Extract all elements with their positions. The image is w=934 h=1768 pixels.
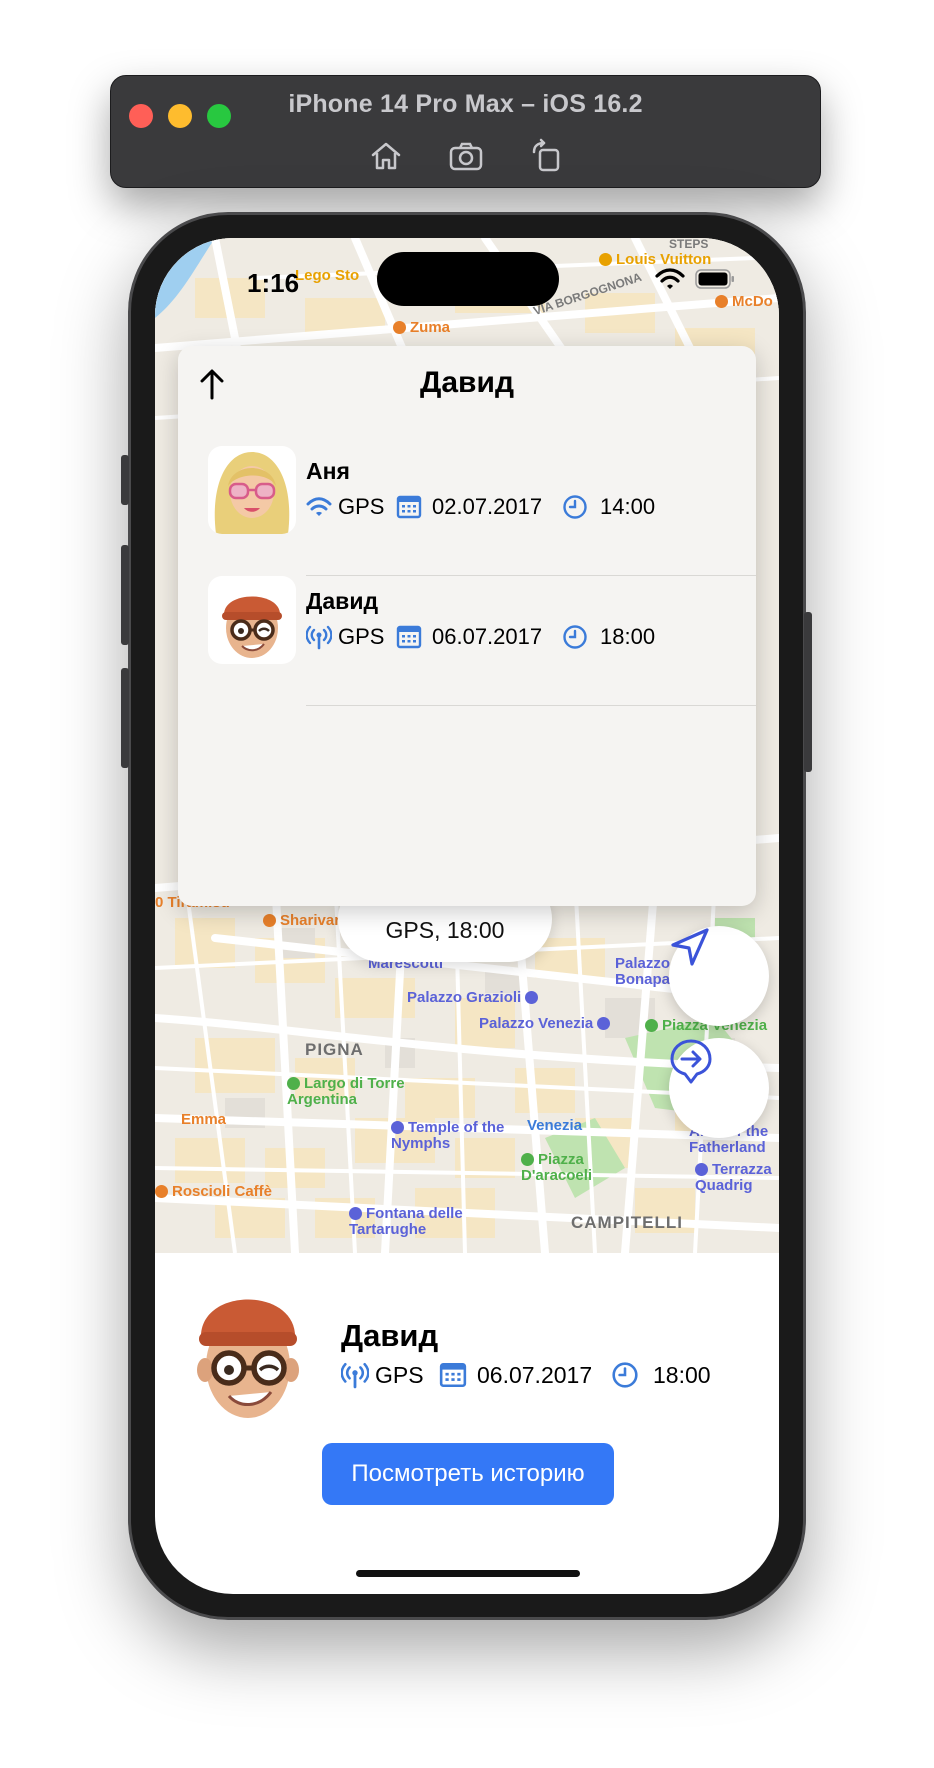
row-name: Аня: [306, 458, 350, 484]
antenna-icon: [306, 625, 332, 650]
map-district-label: PIGNA: [305, 1040, 364, 1059]
route-icon: [670, 1039, 712, 1084]
power-button: [804, 612, 812, 772]
map-poi[interactable]: Lego Sto: [295, 268, 359, 283]
battery-icon: [695, 269, 734, 289]
map-poi[interactable]: Venezia: [527, 1118, 582, 1133]
calendar-icon: [396, 625, 422, 649]
row-source: GPS: [338, 624, 385, 649]
rotate-icon[interactable]: [528, 138, 564, 174]
map-poi[interactable]: Largo di Torre Argentina: [287, 1076, 427, 1108]
blonde-memoji-avatar: [214, 452, 290, 534]
row-date: 02.07.2017: [432, 494, 543, 519]
map-poi[interactable]: Zuma: [393, 320, 450, 335]
map-poi[interactable]: Fontana delle Tartarughe: [349, 1206, 469, 1238]
antenna-icon: [341, 1362, 369, 1389]
simulator-window-bar: iPhone 14 Pro Max – iOS 16.2: [110, 75, 821, 188]
map-district-label: CAMPITELLI: [571, 1213, 683, 1232]
list-item[interactable]: Давид GPS 06.07.2017 18:00: [178, 576, 756, 706]
david-memoji-avatar: [197, 1299, 299, 1418]
list-item[interactable]: Аня GPS 02.07.2017 14:00: [178, 446, 756, 576]
status-time: 1:16: [247, 268, 300, 298]
map-poi[interactable]: Terrazza Quadrig: [695, 1162, 779, 1196]
my-location-button[interactable]: [669, 926, 769, 1026]
row-time: 18:00: [600, 624, 656, 649]
avatar: [208, 576, 296, 664]
row-divider: [306, 705, 756, 706]
map-poi[interactable]: McDo: [715, 294, 773, 309]
location-arrow-icon: [671, 928, 709, 966]
calendar-icon: [396, 495, 422, 519]
card-time: 18:00: [653, 1361, 711, 1388]
view-history-button[interactable]: Посмотреть историю: [322, 1443, 614, 1505]
wifi-icon: [306, 497, 332, 516]
map-poi[interactable]: Sharivan: [263, 913, 343, 928]
row-time: 14:00: [600, 494, 656, 519]
avatar: [208, 446, 296, 534]
card-source: GPS: [375, 1361, 424, 1388]
panel-title: Давид: [420, 366, 514, 399]
wifi-icon: [655, 268, 685, 289]
map-poi[interactable]: Temple of the Nymphs: [391, 1120, 511, 1152]
route-button[interactable]: [669, 1038, 769, 1138]
selected-person-name: Давид: [341, 1318, 439, 1353]
map-poi[interactable]: Louis Vuitton: [599, 252, 711, 267]
row-date: 06.07.2017: [432, 624, 543, 649]
action-button: [121, 455, 129, 505]
card-date: 06.07.2017: [477, 1361, 593, 1388]
row-source: GPS: [338, 494, 385, 519]
map-poi[interactable]: Palazzo Venezia: [479, 1016, 614, 1031]
map-street-label: STEPS: [669, 238, 709, 251]
person-list-panel: Давид Аня GPS 02.07.2017 14:00 Давид GPS…: [178, 346, 756, 906]
row-name: Давид: [306, 588, 379, 614]
map-poi[interactable]: Roscioli Caffè: [155, 1184, 272, 1199]
clock-icon: [563, 625, 587, 649]
phone-screen: Louis Vuitton Lego Sto McDo Zuma VIA BOR…: [155, 238, 779, 1594]
map-poi[interactable]: Palazzo Grazioli: [407, 990, 542, 1005]
dynamic-island: [377, 252, 559, 306]
david-memoji-avatar: [222, 596, 282, 658]
map-poi[interactable]: Emma: [181, 1112, 226, 1127]
map-poi[interactable]: Palazzo Bonaparte: [615, 956, 675, 990]
volume-down-button: [121, 668, 129, 768]
calendar-icon: [439, 1362, 467, 1388]
clock-icon: [612, 1362, 638, 1388]
clock-icon: [563, 495, 587, 519]
avatar: [183, 1278, 313, 1428]
screenshot-icon[interactable]: [448, 138, 484, 174]
home-indicator[interactable]: [356, 1570, 580, 1577]
simulator-title: iPhone 14 Pro Max – iOS 16.2: [288, 90, 643, 118]
home-icon[interactable]: [368, 138, 404, 174]
volume-up-button: [121, 545, 129, 645]
map-poi[interactable]: Piazza D'aracoeli: [521, 1152, 631, 1184]
